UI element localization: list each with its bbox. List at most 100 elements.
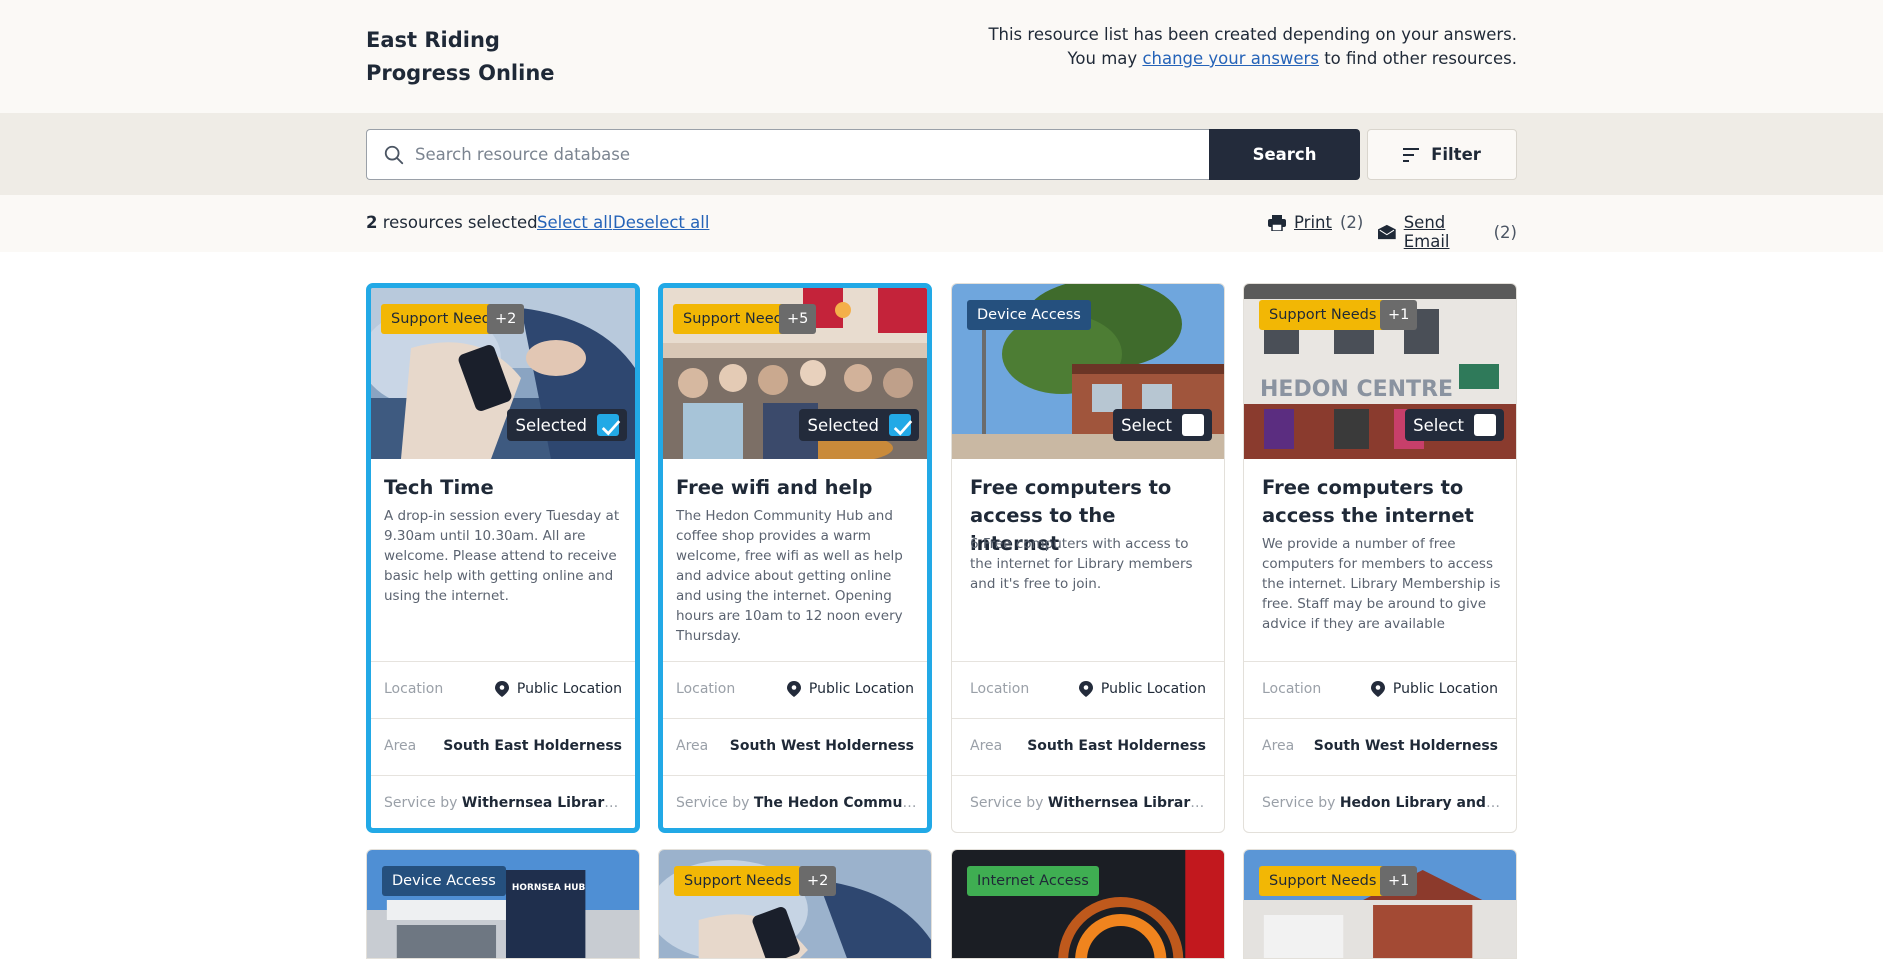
filter-label: Filter	[1431, 145, 1481, 164]
location-value: Public Location	[786, 681, 914, 697]
location-value: Public Location	[1078, 681, 1206, 697]
area-row: Area South East Holderness	[952, 718, 1224, 775]
filter-button[interactable]: Filter	[1367, 129, 1517, 180]
resource-card[interactable]: Support Needs +1	[1243, 849, 1517, 959]
resource-card[interactable]: Support Needs +2	[658, 849, 932, 959]
intro-pre: You may	[1067, 49, 1143, 68]
select-toggle-label: Selected	[807, 415, 879, 435]
area-row: Area South East Holderness	[371, 718, 635, 775]
location-row: Location Public Location	[952, 661, 1224, 718]
card-image: HEDON CENTRE Support Needs +1 Select	[1244, 284, 1516, 459]
location-label: Location	[1262, 681, 1322, 697]
location-text: Public Location	[516, 681, 622, 697]
area-label: Area	[970, 738, 1003, 754]
service-row: Service by Withernsea Library an...	[371, 775, 635, 828]
selected-count-text: resources selected	[377, 213, 538, 232]
category-more-tag: +5	[779, 304, 817, 334]
card-description: The Hedon Community Hub and coffee shop …	[676, 508, 903, 644]
service-name: Withernsea Library an...	[1047, 795, 1210, 811]
map-pin-icon	[786, 681, 801, 697]
category-more-tag: +2	[487, 304, 525, 334]
service-row: Service by The Hedon Communit...	[663, 775, 927, 828]
category-tag: Device Access	[382, 866, 506, 896]
resource-card[interactable]: Internet Access	[951, 849, 1225, 959]
resource-card[interactable]: Device Access Select Free computers to a…	[951, 283, 1225, 833]
select-toggle[interactable]: Select	[1405, 409, 1504, 441]
service-label: Service by	[1262, 795, 1336, 811]
category-tag: Internet Access	[967, 866, 1099, 896]
service-provider: Service by Withernsea Library an...	[970, 795, 1210, 811]
card-description: A drop-in session every Tuesday at 9.30a…	[384, 508, 620, 604]
selected-count: 2 resources selected	[366, 213, 538, 232]
deselect-all-link[interactable]: Deselect all	[613, 213, 709, 232]
card-image: Support Needs +5 Selected	[663, 288, 927, 459]
location-row: Location Public Location	[1244, 661, 1516, 718]
select-toggle[interactable]: Selected	[799, 409, 919, 441]
print-button[interactable]: Print (2)	[1268, 213, 1363, 232]
resource-card[interactable]: HEDON CENTRE Support Needs +1 Select Fre…	[1243, 283, 1517, 833]
select-toggle[interactable]: Selected	[507, 409, 627, 441]
service-label: Service by	[970, 795, 1044, 811]
card-image: Device Access Select	[952, 284, 1224, 459]
select-toggle-label: Selected	[515, 415, 587, 435]
category-more-tag: +2	[799, 866, 837, 896]
location-label: Location	[384, 681, 444, 697]
category-tag: Support Needs	[674, 866, 802, 896]
select-all-link[interactable]: Select all	[537, 213, 612, 232]
service-provider: Service by Withernsea Library an...	[384, 795, 625, 811]
search-button[interactable]: Search	[1209, 129, 1360, 180]
selected-count-number: 2	[366, 213, 378, 232]
service-label: Service by	[384, 795, 458, 811]
service-name: The Hedon Communit...	[753, 795, 917, 811]
category-more-tag: +1	[1380, 300, 1418, 330]
email-count: (2)	[1493, 222, 1517, 242]
search-field[interactable]	[366, 129, 1209, 180]
card-description: We provide a number of free computers fo…	[1262, 536, 1501, 632]
card-title[interactable]: Free wifi and help	[676, 474, 916, 502]
filter-icon	[1403, 147, 1420, 162]
change-answers-link[interactable]: change your answers	[1142, 49, 1319, 68]
location-label: Location	[970, 681, 1030, 697]
location-text: Public Location	[808, 681, 914, 697]
selection-bar: 2 resources selected Select all Deselect…	[0, 195, 1883, 252]
service-label: Service by	[676, 795, 750, 811]
intro-post: to find other resources.	[1318, 49, 1517, 68]
service-provider: Service by The Hedon Communit...	[676, 795, 917, 811]
search-input[interactable]	[415, 130, 1195, 179]
site-header: East Riding Progress Online This resourc…	[0, 0, 1883, 113]
area-row: Area South West Holderness	[1244, 718, 1516, 775]
resource-card[interactable]: HORNSEA HUB Device Access	[366, 849, 640, 959]
area-value: South East Holderness	[1027, 738, 1206, 754]
print-label: Print	[1294, 213, 1332, 232]
search-bar: Search Filter	[0, 113, 1883, 195]
service-row: Service by Withernsea Library an...	[952, 775, 1224, 832]
service-name: Withernsea Library an...	[461, 795, 625, 811]
send-email-button[interactable]: Send Email (2)	[1378, 213, 1517, 251]
card-title[interactable]: Tech Time	[384, 474, 624, 502]
hornsea-hub-sign: HORNSEA HUB	[512, 883, 586, 893]
checkbox-unchecked-icon	[1182, 414, 1204, 436]
intro-line-2: You may change your answers to find othe…	[988, 47, 1517, 71]
site-brand[interactable]: East Riding Progress Online	[366, 24, 555, 90]
printer-icon	[1268, 214, 1286, 231]
brand-line-1: East Riding	[366, 28, 500, 52]
card-title[interactable]: Free computers to access the internet	[1262, 474, 1502, 530]
card-image: Support Needs +2	[659, 850, 931, 958]
envelope-icon	[1378, 224, 1396, 240]
map-pin-icon	[494, 681, 509, 697]
select-toggle-label: Select	[1413, 415, 1464, 435]
card-image: HORNSEA HUB Device Access	[367, 850, 639, 958]
location-row: Location Public Location	[371, 661, 635, 718]
area-row: Area South West Holderness	[663, 718, 927, 775]
select-toggle[interactable]: Select	[1113, 409, 1212, 441]
checkbox-checked-icon	[889, 414, 913, 436]
location-text: Public Location	[1392, 681, 1498, 697]
category-tag: Device Access	[967, 300, 1091, 330]
checkbox-checked-icon	[597, 414, 621, 436]
card-image: Internet Access	[952, 850, 1224, 958]
location-value: Public Location	[494, 681, 622, 697]
area-label: Area	[676, 738, 709, 754]
resource-card[interactable]: Support Needs +2 Selected Tech Time A dr…	[366, 283, 640, 833]
location-row: Location Public Location	[663, 661, 927, 718]
resource-card[interactable]: Support Needs +5 Selected Free wifi and …	[658, 283, 932, 833]
